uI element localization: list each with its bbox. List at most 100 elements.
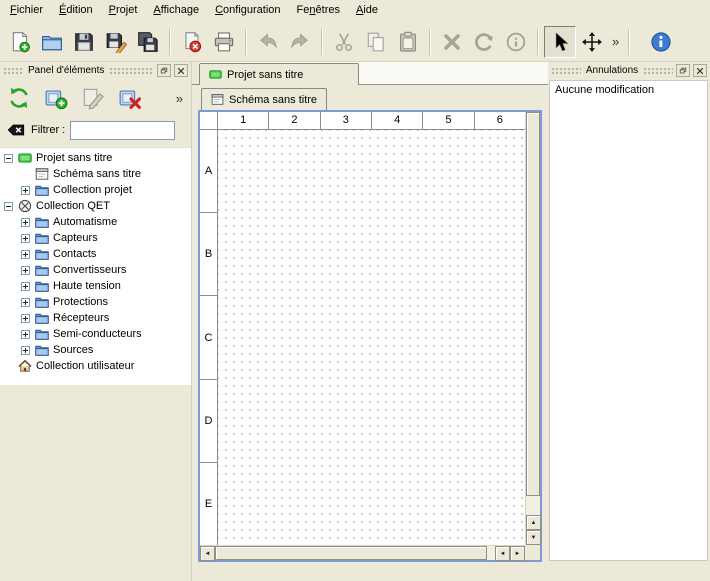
paste-button[interactable] — [392, 26, 424, 58]
expand-icon[interactable] — [21, 298, 30, 307]
expand-icon[interactable] — [21, 282, 30, 291]
expand-icon[interactable] — [21, 346, 30, 355]
tree-item-contacts[interactable]: Contacts — [0, 246, 191, 262]
reload-collections-button[interactable] — [4, 83, 34, 113]
undo-panel-titlebar[interactable]: Annulations — [548, 62, 710, 79]
menu-configuration[interactable]: Configuration — [207, 0, 288, 22]
tree-item-collection-projet[interactable]: Collection projet — [0, 182, 191, 198]
tree-item-recepteurs[interactable]: Récepteurs — [0, 310, 191, 326]
elements-panel-title: Panel d'éléments — [26, 65, 106, 76]
element-info-button[interactable] — [500, 26, 532, 58]
tree-item-label: Automatisme — [53, 216, 117, 228]
folder-icon — [35, 311, 49, 325]
menu-aide[interactable]: Aide — [348, 0, 386, 22]
tree-item-schema-sans-titre[interactable]: Schéma sans titre — [0, 166, 191, 182]
tree-item-convertisseurs[interactable]: Convertisseurs — [0, 262, 191, 278]
tree-item-capteurs[interactable]: Capteurs — [0, 230, 191, 246]
undo-panel-dock: Annulations Aucune modification — [548, 62, 710, 581]
diagram-icon — [211, 93, 224, 106]
float-panel-button[interactable] — [157, 64, 171, 77]
float-icon — [160, 67, 168, 75]
undo-button[interactable] — [252, 26, 284, 58]
save-all-button[interactable] — [132, 26, 164, 58]
hscroll-thumb[interactable] — [215, 546, 487, 560]
scroll-down-button[interactable]: ▼ — [526, 530, 541, 545]
tree-item-collection-utilisateur[interactable]: Collection utilisateur — [0, 358, 191, 374]
toolbar-overflow[interactable]: » — [608, 34, 623, 49]
tree-item-label: Capteurs — [53, 232, 98, 244]
elements-panel-titlebar[interactable]: Panel d'éléments — [0, 62, 191, 79]
close-icon — [177, 67, 185, 75]
vertical-scrollbar[interactable]: ▲ ▼ — [525, 112, 540, 545]
collapse-icon[interactable] — [4, 154, 13, 163]
close-file-button[interactable] — [176, 26, 208, 58]
rotate-button[interactable] — [468, 26, 500, 58]
delete-button[interactable] — [436, 26, 468, 58]
dock-grip — [3, 67, 23, 75]
horizontal-scrollbar[interactable]: ◄ ◄ ► — [200, 545, 525, 560]
menu-projet[interactable]: Projet — [101, 0, 146, 22]
tree-item-haute-tension[interactable]: Haute tension — [0, 278, 191, 294]
expand-icon[interactable] — [21, 314, 30, 323]
open-project-button[interactable] — [36, 26, 68, 58]
tab-projet-sans-titre[interactable]: Projet sans titre — [199, 63, 359, 85]
expand-icon[interactable] — [21, 234, 30, 243]
save-all-icon — [137, 31, 159, 53]
tree-item-semi-conducteurs[interactable]: Semi-conducteurs — [0, 326, 191, 342]
cut-button[interactable] — [328, 26, 360, 58]
tree-item-collection-qet[interactable]: Collection QET — [0, 198, 191, 214]
new-project-button[interactable] — [4, 26, 36, 58]
expand-icon[interactable] — [21, 250, 30, 259]
redo-button[interactable] — [284, 26, 316, 58]
menu-fichier[interactable]: Fichier — [2, 0, 51, 22]
copy-button[interactable] — [360, 26, 392, 58]
hscroll-track[interactable] — [487, 546, 495, 560]
scroll-left-button[interactable]: ◄ — [200, 546, 215, 561]
undo-history-list[interactable]: Aucune modification — [549, 80, 708, 561]
expand-icon[interactable] — [21, 330, 30, 339]
scrollbar-corner — [525, 545, 540, 560]
select-mode-button[interactable] — [544, 26, 576, 58]
tree-item-label: Projet sans titre — [36, 152, 112, 164]
menu-fenetres[interactable]: Fenêtres — [289, 0, 348, 22]
expand-icon[interactable] — [21, 266, 30, 275]
clear-filter-button[interactable] — [6, 120, 26, 140]
vscroll-thumb[interactable] — [526, 112, 540, 496]
tree-item-sources[interactable]: Sources — [0, 342, 191, 358]
tree-item-automatisme[interactable]: Automatisme — [0, 214, 191, 230]
filter-input[interactable] — [70, 121, 175, 140]
undo-icon — [257, 31, 279, 53]
panel-toolbar-overflow[interactable]: » — [172, 91, 187, 106]
folder-icon — [35, 247, 49, 261]
close-undo-panel-button[interactable] — [693, 64, 707, 77]
vscroll-track[interactable] — [526, 496, 540, 515]
collapse-icon[interactable] — [4, 202, 13, 211]
about-button[interactable] — [645, 26, 677, 58]
pan-mode-button[interactable] — [576, 26, 608, 58]
float-icon — [679, 67, 687, 75]
tab-schema-sans-titre[interactable]: Schéma sans titre — [201, 88, 327, 110]
delete-element-button[interactable] — [115, 83, 145, 113]
save-button[interactable] — [68, 26, 100, 58]
menu-edition[interactable]: Édition — [51, 0, 101, 22]
toolbar-separator — [245, 29, 247, 55]
print-button[interactable] — [208, 26, 240, 58]
expand-icon[interactable] — [21, 218, 30, 227]
menu-affichage[interactable]: Affichage — [145, 0, 207, 22]
diagram-canvas[interactable] — [218, 130, 525, 545]
expand-icon[interactable] — [21, 186, 30, 195]
tree-item-protections[interactable]: Protections — [0, 294, 191, 310]
tree-item-projet-sans-titre[interactable]: Projet sans titre — [0, 150, 191, 166]
edit-element-button[interactable] — [78, 83, 108, 113]
new-element-button[interactable] — [41, 83, 71, 113]
save-as-button[interactable] — [100, 26, 132, 58]
close-panel-button[interactable] — [174, 64, 188, 77]
close-file-icon — [181, 31, 203, 53]
qelectrotech-window: FichierÉditionProjetAffichageConfigurati… — [0, 0, 710, 62]
delete-element-icon — [118, 86, 142, 110]
scroll-left-button-2[interactable]: ◄ — [495, 546, 510, 561]
scroll-right-button[interactable]: ► — [510, 546, 525, 561]
scroll-up-button[interactable]: ▲ — [526, 515, 541, 530]
elements-panel-toolbar: » — [0, 79, 191, 117]
float-undo-panel-button[interactable] — [676, 64, 690, 77]
